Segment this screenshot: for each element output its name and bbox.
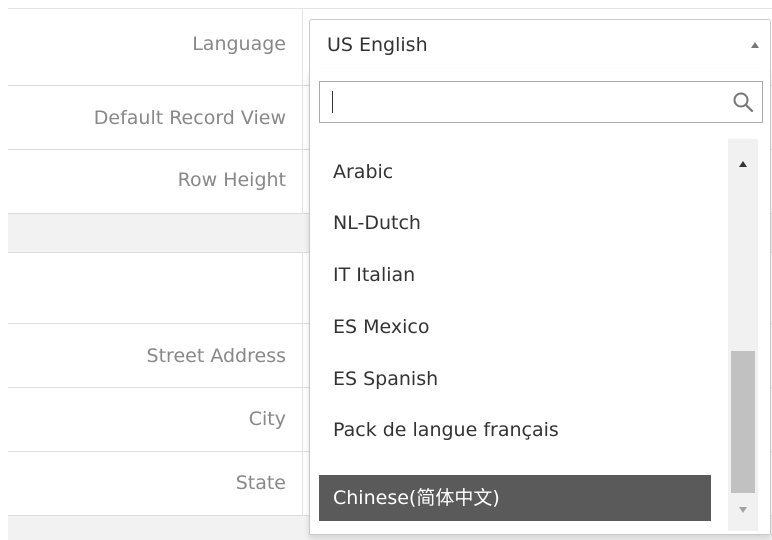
city-label: City <box>248 408 286 430</box>
scrollbar-thumb[interactable] <box>731 351 755 493</box>
option-it-italian[interactable]: IT Italian <box>319 252 711 298</box>
language-select[interactable]: US English <box>309 19 771 69</box>
option-french[interactable]: Pack de langue français <box>319 407 711 453</box>
options-list: Swedish Arabic NL-Dutch IT Italian ES Me… <box>310 135 728 531</box>
row-height-label: Row Height <box>177 169 286 191</box>
scroll-up-arrow-icon[interactable] <box>739 161 747 167</box>
dropdown-scrollbar[interactable] <box>728 139 758 531</box>
column-divider <box>302 253 303 323</box>
dropdown-search-input[interactable] <box>320 82 720 122</box>
state-label: State <box>235 472 286 494</box>
language-dropdown: Swedish Arabic NL-Dutch IT Italian ES Me… <box>309 69 771 535</box>
scroll-down-arrow-icon[interactable] <box>739 507 747 513</box>
column-divider <box>302 150 303 213</box>
chevron-up-icon[interactable] <box>751 42 759 48</box>
dropdown-search-box[interactable] <box>319 81 763 123</box>
column-divider <box>302 452 303 515</box>
default-record-view-label: Default Record View <box>93 107 286 129</box>
option-swedish[interactable]: Swedish <box>319 135 711 149</box>
column-divider <box>302 9 303 85</box>
option-arabic[interactable]: Arabic <box>319 149 711 195</box>
search-icon <box>733 92 754 113</box>
option-chinese-highlighted[interactable]: Chinese(简体中文) <box>319 475 711 521</box>
street-address-label: Street Address <box>146 345 286 367</box>
option-nl-dutch[interactable]: NL-Dutch <box>319 200 711 246</box>
option-es-mexico[interactable]: ES Mexico <box>319 304 711 350</box>
column-divider <box>302 86 303 149</box>
text-caret <box>332 91 333 113</box>
column-divider <box>302 388 303 451</box>
option-es-spanish[interactable]: ES Spanish <box>319 356 711 402</box>
language-select-value: US English <box>327 34 428 56</box>
language-label: Language <box>192 33 286 55</box>
column-divider <box>302 324 303 387</box>
